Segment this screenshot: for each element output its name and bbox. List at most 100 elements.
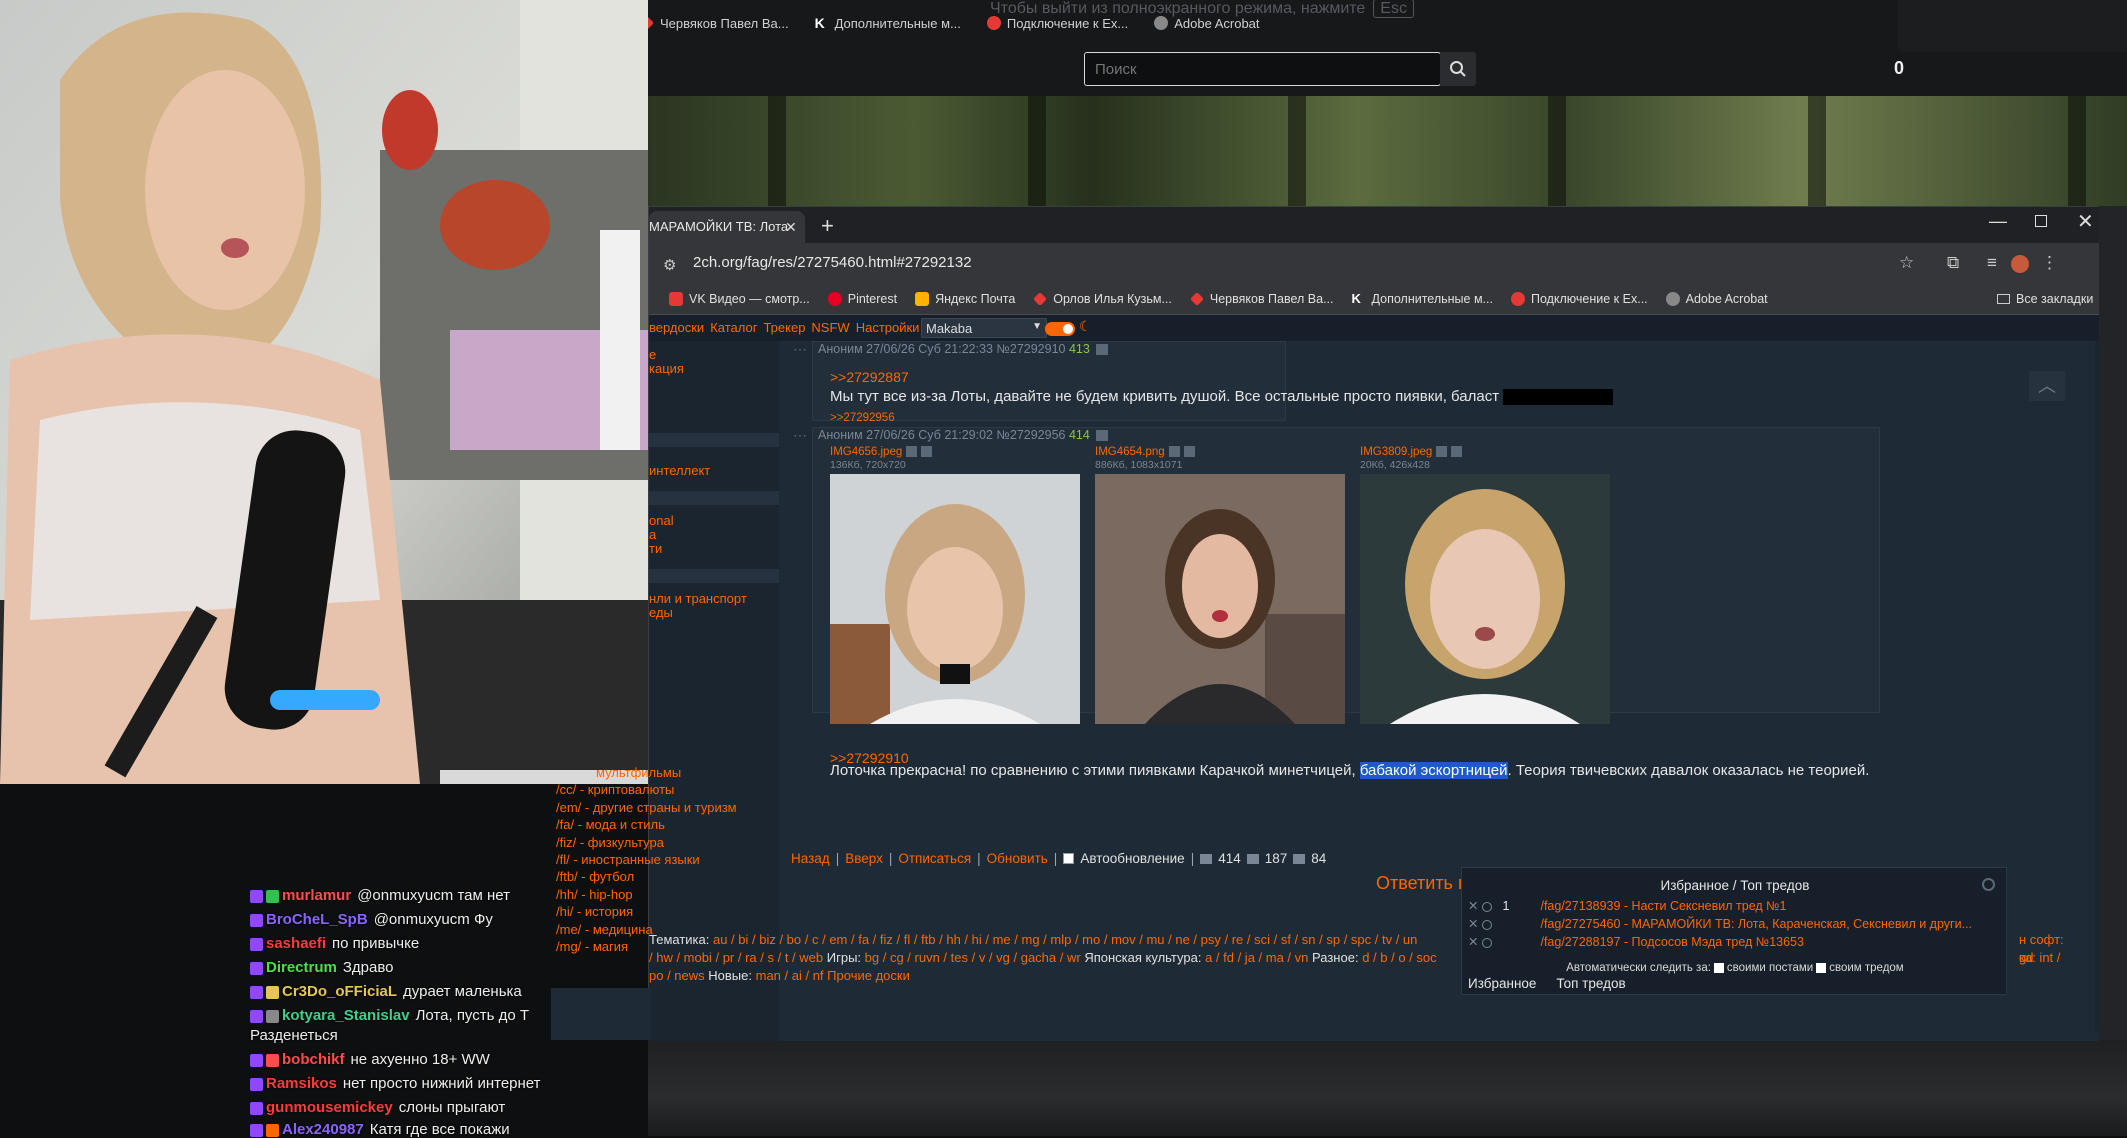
unsubscribe-link[interactable]: Отписаться: [898, 851, 971, 866]
link-tracker[interactable]: Трекер: [763, 320, 805, 335]
post-menu-icon[interactable]: ⋯: [793, 427, 807, 444]
profile-avatar-icon[interactable]: [2011, 255, 2029, 273]
browser-tab[interactable]: МАРАМОЙКИ ТВ: Лота: [649, 211, 805, 243]
site-info-icon[interactable]: ⚙: [663, 256, 676, 274]
bookmark-pinterest[interactable]: Pinterest: [827, 292, 897, 306]
theme-toggle[interactable]: [1045, 322, 1075, 336]
board-list-item[interactable]: /cc/ - криптовалюты: [556, 781, 737, 798]
chat-username[interactable]: gunmousemickey: [266, 1099, 393, 1116]
chat-username[interactable]: Alex240987: [282, 1121, 364, 1138]
board-list-item[interactable]: /hi/ - история: [556, 903, 737, 920]
board-list-item[interactable]: /hh/ - hip-hop: [556, 886, 737, 903]
board-list-item[interactable]: /me/ - медицина: [556, 921, 737, 938]
board-list-item[interactable]: /mg/ - магия: [556, 938, 737, 955]
chat-username[interactable]: BroCheL_SpB: [266, 911, 368, 928]
page-scrollbar[interactable]: [2095, 341, 2099, 1031]
all-bookmarks[interactable]: Все закладки: [1997, 292, 2093, 306]
image-search-icon[interactable]: [906, 446, 918, 458]
up-link[interactable]: Вверх: [845, 851, 883, 866]
style-select[interactable]: Makaba ▼: [921, 318, 1047, 338]
favorite-label[interactable]: /fag/27275460 - МАРАМОЙКИ ТВ: Лота, Кара…: [1540, 917, 1972, 931]
tab-close-icon[interactable]: ✕: [785, 219, 797, 236]
footer-links-other[interactable]: Прочие доски: [827, 968, 910, 983]
reply-thread-button[interactable]: Ответить в: [1376, 873, 1468, 894]
menu-kebab-icon[interactable]: ⋮: [2041, 253, 2058, 273]
thumbnail-image[interactable]: [1360, 474, 1610, 724]
chat-username[interactable]: murlamur: [282, 887, 351, 904]
watch-icon[interactable]: [1482, 919, 1493, 930]
link-nsfw[interactable]: NSFW: [811, 320, 849, 335]
footer-links-news[interactable]: po / news: [649, 968, 705, 983]
footer-links-misc[interactable]: d / b / o / soc: [1362, 950, 1436, 965]
link-settings[interactable]: Настройки: [856, 320, 920, 335]
bookmark-additional[interactable]: K Дополнительные м...: [1352, 292, 1493, 307]
window-close-icon[interactable]: ✕: [2077, 209, 2094, 234]
board-list-item[interactable]: /em/ - другие страны и туризм: [556, 799, 737, 816]
board-menu-item[interactable]: еды: [649, 605, 673, 620]
backlink[interactable]: >>27292956: [830, 412, 895, 424]
chat-username[interactable]: bobchikf: [282, 1051, 345, 1068]
chat-username[interactable]: kotyara_Stanislav: [282, 1007, 410, 1024]
bookmark-star-icon[interactable]: ☆: [1899, 253, 1914, 273]
file-name[interactable]: IMG4656.jpeg: [830, 446, 933, 458]
chat-username[interactable]: sashaefi: [266, 935, 326, 952]
chat-username[interactable]: Ramsikos: [266, 1075, 337, 1092]
reply-link[interactable]: >>27292887: [830, 369, 909, 385]
board-menu-item[interactable]: кация: [649, 361, 684, 376]
extensions-icon[interactable]: ⧉: [1947, 253, 1959, 273]
board-menu-item[interactable]: е: [649, 347, 656, 362]
update-link[interactable]: Обновить: [987, 851, 1048, 866]
board-menu-item[interactable]: onal: [649, 513, 674, 528]
search-button[interactable]: [1440, 52, 1476, 86]
new-tab-icon[interactable]: +: [821, 213, 834, 239]
file-name[interactable]: IMG3809.jpeg: [1360, 446, 1463, 458]
board-list-item[interactable]: /fa/ - мода и стиль: [556, 816, 737, 833]
search-input[interactable]: [1084, 52, 1441, 86]
top-bookmark-2[interactable]: Подключение к Ex...: [986, 8, 1128, 38]
watch-icon[interactable]: [1482, 901, 1493, 912]
bookmark-orlov[interactable]: Орлов Илья Кузьм...: [1033, 292, 1172, 306]
board-list-item[interactable]: /fiz/ - физкультура: [556, 834, 737, 851]
maximize-icon[interactable]: [2035, 215, 2047, 227]
bookmark-vk[interactable]: VK Видео — смотр...: [669, 292, 810, 306]
thumbnail-image[interactable]: [830, 474, 1080, 724]
autoupdate-checkbox[interactable]: [1063, 853, 1075, 864]
footer-links-tail[interactable]: ка: int /: [2019, 949, 2060, 967]
footer-links-new[interactable]: man / ai / nf: [756, 968, 824, 983]
image-search-icon[interactable]: [1168, 446, 1180, 458]
file-name[interactable]: IMG4654.png: [1095, 446, 1195, 458]
footer-links-japan[interactable]: a / fd / ja / ma / vn: [1205, 950, 1308, 965]
board-list-item[interactable]: мультфильмы: [556, 764, 737, 781]
top-bookmark-0[interactable]: Червяков Павел Ва...: [640, 8, 789, 38]
board-list-item[interactable]: /fl/ - иностранные языки: [556, 851, 737, 868]
chat-username[interactable]: Cr3Do_oFFiciaL: [282, 983, 397, 1000]
play-icon[interactable]: [1095, 344, 1108, 356]
bookmark-acrobat[interactable]: Adobe Acrobat: [1665, 292, 1768, 306]
board-list-item[interactable]: /ftb/ - футбол: [556, 868, 737, 885]
favorite-label[interactable]: /fag/27138939 - Насти Сексневил тред №1: [1540, 899, 1786, 913]
board-menu-item[interactable]: интеллект: [649, 463, 710, 478]
board-menu-item[interactable]: а: [649, 527, 656, 542]
favorite-item[interactable]: ✕ 1/fag/27138939 - Насти Сексневил тред №…: [1468, 898, 1787, 913]
footer-links-topics[interactable]: au / bi / biz / bo / c / em / fa / fiz /…: [713, 932, 1417, 947]
bookmark-yandex-mail[interactable]: Яндекс Почта: [915, 292, 1015, 306]
bookmark-chervyakov[interactable]: Червяков Павел Ва...: [1189, 292, 1334, 306]
remove-icon[interactable]: ✕: [1468, 917, 1478, 931]
link-boards[interactable]: вердоски: [649, 320, 704, 335]
scroll-up-button[interactable]: ︿: [2029, 371, 2065, 401]
board-menu-item[interactable]: нли и транспорт: [649, 591, 747, 606]
back-link[interactable]: Назад: [791, 851, 830, 866]
link-catalog[interactable]: Каталог: [710, 320, 757, 335]
minimize-icon[interactable]: —: [1989, 211, 2007, 232]
post-menu-icon[interactable]: ⋯: [793, 341, 807, 358]
chat-username[interactable]: Directrum: [266, 959, 337, 976]
top-bookmark-1[interactable]: K Дополнительные м...: [815, 8, 961, 38]
media-controls-icon[interactable]: ≡: [1987, 253, 1997, 273]
board-menu-item[interactable]: ти: [649, 541, 662, 556]
play-icon[interactable]: [1095, 430, 1108, 442]
bookmark-exchange[interactable]: Подключение к Ex...: [1510, 292, 1648, 306]
address-bar[interactable]: 2ch.org/fag/res/27275460.html#27292132: [693, 254, 972, 271]
download-icon[interactable]: [1183, 446, 1195, 458]
download-icon[interactable]: [921, 446, 933, 458]
top-bookmark-3[interactable]: Adobe Acrobat: [1154, 8, 1260, 38]
